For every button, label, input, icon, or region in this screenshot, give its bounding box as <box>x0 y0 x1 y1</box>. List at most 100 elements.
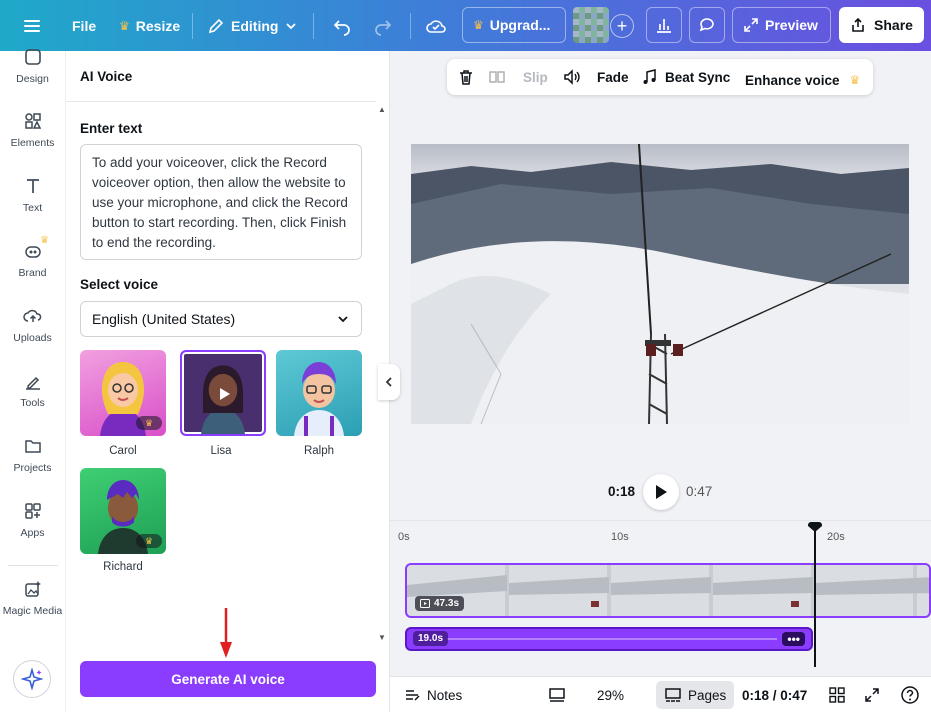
grid-view-button[interactable] <box>829 677 845 712</box>
volume-button[interactable] <box>563 59 581 95</box>
pages-icon <box>665 688 681 702</box>
expand-icon <box>744 18 758 32</box>
zoom-level[interactable]: 29% <box>597 677 624 712</box>
rail-label: Tools <box>20 397 45 409</box>
audio-duration-badge: 19.0s <box>413 631 449 646</box>
rail-apps[interactable]: Apps <box>0 501 65 561</box>
current-time: 0:18 <box>608 484 636 499</box>
enhance-voice-button[interactable]: Enhance voice ♛ <box>745 62 860 98</box>
plus-icon: + <box>616 15 628 36</box>
add-collaborator-button[interactable]: + <box>610 14 634 38</box>
undo-button[interactable] <box>332 0 352 51</box>
editing-label: Editing <box>231 17 279 34</box>
bar-chart-icon <box>657 19 671 33</box>
rail-text[interactable]: Text <box>0 176 65 236</box>
cloud-save-button[interactable] <box>425 0 447 51</box>
voice-card-richard[interactable]: ♛ <box>80 468 166 554</box>
enhance-voice-label: Enhance voice <box>745 72 840 88</box>
audio-more-button[interactable]: ••• <box>782 632 805 646</box>
fullscreen-icon <box>865 688 879 702</box>
rail-label: Magic Media <box>2 605 63 617</box>
crown-icon: ♛ <box>473 18 484 32</box>
crown-icon: ♛ <box>136 416 162 430</box>
rail-magic-media[interactable]: Magic Media <box>0 579 65 639</box>
avatar[interactable] <box>573 7 609 43</box>
top-bar: File ♛ Resize Editing ♛ Upgrad... + Prev… <box>0 0 931 51</box>
divider <box>8 565 58 566</box>
split-button[interactable] <box>488 59 506 95</box>
share-button[interactable]: Share <box>839 7 924 43</box>
comment-button[interactable] <box>689 7 725 43</box>
resize-label: Resize <box>135 17 181 34</box>
rail-label: Projects <box>13 462 52 474</box>
comment-icon <box>699 18 714 32</box>
ralph-avatar <box>294 362 344 436</box>
voice-text-input[interactable]: To add your voiceover, click the Record … <box>80 144 362 260</box>
divider <box>192 13 193 39</box>
fullscreen-button[interactable] <box>864 677 880 712</box>
beat-sync-icon <box>643 69 656 84</box>
editing-mode-button[interactable]: Editing <box>207 0 298 51</box>
audio-waveform <box>447 638 777 640</box>
more-icon: ••• <box>787 632 800 646</box>
playhead[interactable] <box>814 527 816 667</box>
pencil-icon <box>208 18 224 33</box>
voice-card-lisa[interactable] <box>180 350 266 436</box>
trash-icon <box>460 70 472 85</box>
play-button[interactable] <box>643 474 679 510</box>
timeline-view-icon <box>549 688 565 702</box>
resize-button[interactable]: ♛ Resize <box>119 0 180 51</box>
video-icon <box>420 599 430 608</box>
voice-card-ralph[interactable] <box>276 350 362 436</box>
magic-assistant-button[interactable] <box>13 660 51 698</box>
redo-button[interactable] <box>373 0 393 51</box>
fade-label: Fade <box>597 69 629 85</box>
rail-tools[interactable]: Tools <box>0 371 65 431</box>
language-select[interactable]: English (United States) <box>80 301 362 337</box>
rail-projects[interactable]: Projects <box>0 436 65 496</box>
redo-icon <box>375 19 392 36</box>
fade-button[interactable]: Fade <box>597 59 629 95</box>
text-icon <box>26 179 39 193</box>
preview-button[interactable]: Preview <box>732 7 831 43</box>
audio-toolbar: Slip Fade Beat Sync Enhance voice ♛ <box>447 59 873 95</box>
bottom-bar: Notes 29% Pages 0:18 / 0:47 <box>390 676 931 712</box>
notes-icon <box>406 690 420 701</box>
rail-brand[interactable]: Brand ♛ <box>0 235 65 301</box>
rail-elements[interactable]: Elements <box>0 111 65 171</box>
slip-label: Slip <box>523 69 548 85</box>
audio-track[interactable]: 19.0s ••• <box>405 627 813 651</box>
rail-label: Apps <box>20 527 45 539</box>
video-duration: 47.3s <box>434 598 460 609</box>
share-icon <box>852 17 864 32</box>
collapse-panel-button[interactable] <box>378 364 400 400</box>
audio-duration: 19.0s <box>418 633 444 644</box>
timer-button[interactable] <box>548 677 566 712</box>
rail-design[interactable]: Design <box>0 47 65 107</box>
panel-title: AI Voice <box>80 69 133 84</box>
chevron-left-icon <box>385 377 392 387</box>
upgrade-label: Upgrad... <box>489 17 551 33</box>
scroll-down-icon[interactable]: ▼ <box>378 633 386 642</box>
video-duration-badge: 47.3s <box>415 596 465 611</box>
help-button[interactable] <box>900 677 920 712</box>
menu-icon[interactable] <box>22 0 42 51</box>
voice-card-carol[interactable]: ♛ <box>80 350 166 436</box>
video-canvas[interactable] <box>411 144 909 424</box>
upgrade-button[interactable]: ♛ Upgrad... <box>462 7 566 43</box>
split-icon <box>489 71 505 83</box>
delete-button[interactable] <box>457 59 475 95</box>
scroll-up-icon[interactable]: ▲ <box>378 105 386 114</box>
video-track[interactable]: 47.3s <box>405 563 931 618</box>
insights-button[interactable] <box>646 7 682 43</box>
slip-button[interactable]: Slip <box>523 59 548 95</box>
beat-sync-button[interactable]: Beat Sync <box>641 59 730 95</box>
time-readout-value: 0:18 / 0:47 <box>742 687 808 703</box>
file-menu[interactable]: File <box>72 0 96 51</box>
play-icon[interactable] <box>211 381 237 407</box>
notes-button[interactable]: Notes <box>403 677 462 712</box>
generate-ai-voice-button[interactable]: Generate AI voice <box>80 661 376 697</box>
crown-icon: ♛ <box>136 534 162 548</box>
rail-uploads[interactable]: Uploads <box>0 306 65 366</box>
pages-button[interactable]: Pages <box>656 681 735 709</box>
